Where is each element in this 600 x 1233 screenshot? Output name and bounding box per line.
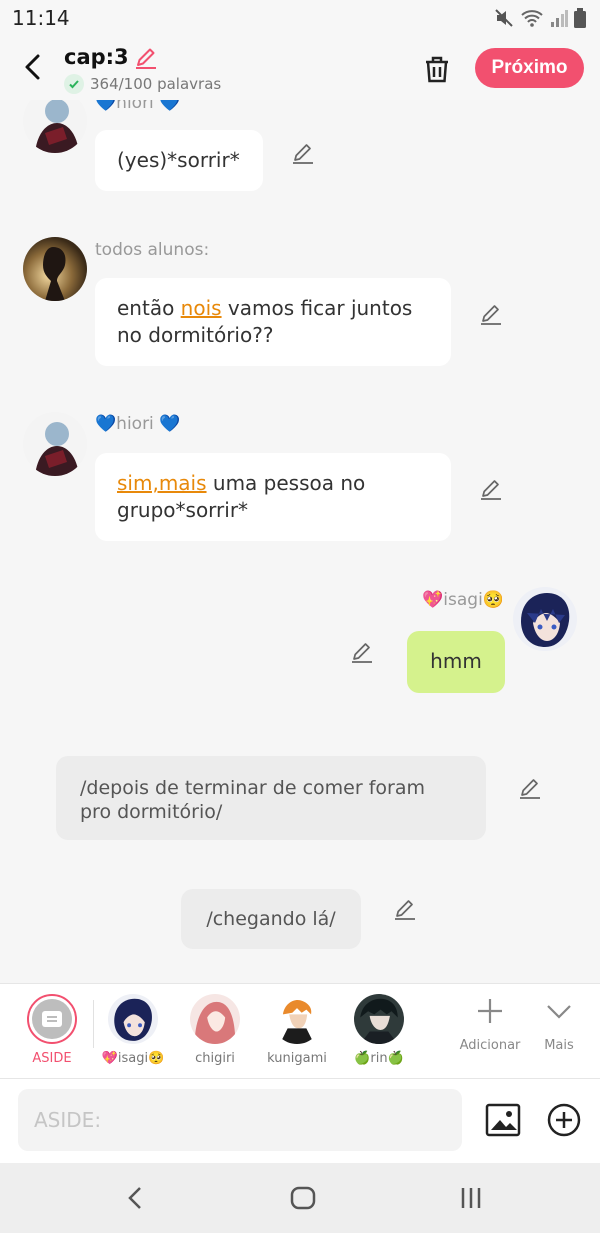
character-label: kunigami — [267, 1051, 327, 1066]
message-text: hmm — [430, 649, 482, 673]
battery-icon — [574, 8, 586, 28]
word-count-text: 364/100 palavras — [90, 75, 222, 93]
next-button[interactable]: Próximo — [475, 48, 584, 88]
aside-text: /chegando lá/ — [206, 908, 336, 930]
avatar-isagi[interactable] — [513, 587, 577, 651]
edit-message-icon[interactable] — [478, 301, 504, 327]
mute-icon — [495, 9, 513, 27]
edit-title-icon[interactable] — [133, 44, 159, 70]
nav-back-icon[interactable] — [121, 1183, 151, 1213]
character-label: ASIDE — [32, 1051, 72, 1066]
signal-icon — [551, 10, 568, 27]
character-selector: ASIDE 💖isagi🥺 chigiri kunigami 🍏rin🍏 Adi… — [0, 983, 600, 1079]
character-label: 💖isagi🥺 — [101, 1051, 165, 1066]
system-nav-bar — [0, 1163, 600, 1233]
nav-recents-icon[interactable] — [456, 1183, 486, 1213]
plus-icon — [478, 999, 502, 1023]
aside-bubble[interactable]: /depois de terminar de comer foram pro d… — [56, 756, 486, 840]
chevron-down-icon — [547, 1005, 571, 1019]
aside-bubble[interactable]: /chegando lá/ — [181, 889, 361, 949]
sender-name: 💖isagi🥺 — [422, 590, 504, 610]
add-circle-icon[interactable] — [546, 1102, 582, 1138]
avatar-hiori[interactable] — [23, 412, 87, 476]
message-bubble[interactable]: sim,mais uma pessoa no grupo*sorrir* — [95, 453, 451, 541]
sender-name: 💙hiori 💙 — [95, 414, 181, 434]
message-text-start: então — [117, 296, 181, 320]
highlighted-word[interactable]: sim,mais — [117, 471, 207, 495]
message-bubble[interactable]: então nois vamos ficar juntos no dormitó… — [95, 278, 451, 366]
message-text: (yes)*sorrir* — [117, 148, 240, 172]
character-avatar — [108, 994, 158, 1044]
chapter-title-text: cap:3 — [64, 45, 129, 69]
character-avatar — [190, 994, 240, 1044]
header: cap:3 364/100 palavras Próximo — [0, 38, 600, 100]
aside-text: /depois de terminar de comer foram pro d… — [80, 777, 425, 823]
character-aside[interactable]: ASIDE — [20, 994, 84, 1066]
chat-area[interactable]: 💙hiori 💙 (yes)*sorrir* todos alunos: ent… — [0, 100, 600, 983]
message-bubble[interactable]: (yes)*sorrir* — [95, 130, 263, 191]
more-button[interactable]: Mais — [532, 996, 586, 1053]
sender-name: 💙hiori 💙 — [95, 100, 181, 113]
check-icon — [64, 74, 84, 94]
character-avatar — [272, 994, 322, 1044]
edit-message-icon[interactable] — [517, 775, 543, 801]
aside-button[interactable] — [27, 994, 77, 1044]
status-time: 11:14 — [12, 6, 70, 30]
avatar-hiori[interactable] — [23, 100, 87, 153]
trash-icon[interactable] — [420, 52, 454, 86]
highlighted-word[interactable]: nois — [181, 296, 222, 320]
character-chigiri[interactable]: chigiri — [183, 994, 247, 1066]
message-input[interactable] — [18, 1089, 462, 1151]
character-label: chigiri — [195, 1051, 235, 1066]
character-label: 🍏rin🍏 — [354, 1051, 404, 1066]
aside-note-icon — [42, 1011, 62, 1027]
edit-message-icon[interactable] — [392, 896, 418, 922]
chapter-title[interactable]: cap:3 — [64, 44, 159, 70]
edit-message-icon[interactable] — [290, 140, 316, 166]
back-arrow-icon[interactable] — [18, 52, 48, 82]
wifi-icon — [521, 10, 543, 27]
more-label: Mais — [544, 1038, 574, 1053]
character-rin[interactable]: 🍏rin🍏 — [347, 994, 411, 1066]
edit-message-icon[interactable] — [349, 639, 375, 665]
character-avatar — [354, 994, 404, 1044]
message-bubble-own[interactable]: hmm — [407, 631, 505, 693]
nav-home-icon[interactable] — [288, 1183, 318, 1213]
add-character-button[interactable]: Adicionar — [458, 996, 522, 1053]
status-icons — [494, 8, 586, 28]
divider — [93, 1000, 94, 1048]
input-row — [0, 1079, 600, 1163]
status-bar: 11:14 — [0, 0, 600, 38]
edit-message-icon[interactable] — [478, 476, 504, 502]
sender-name: todos alunos: — [95, 240, 210, 260]
character-isagi[interactable]: 💖isagi🥺 — [101, 994, 165, 1066]
word-count: 364/100 palavras — [64, 74, 221, 94]
add-label: Adicionar — [459, 1038, 521, 1053]
avatar-todos-alunos[interactable] — [23, 237, 87, 301]
character-kunigami[interactable]: kunigami — [265, 994, 329, 1066]
image-icon[interactable] — [485, 1103, 521, 1137]
